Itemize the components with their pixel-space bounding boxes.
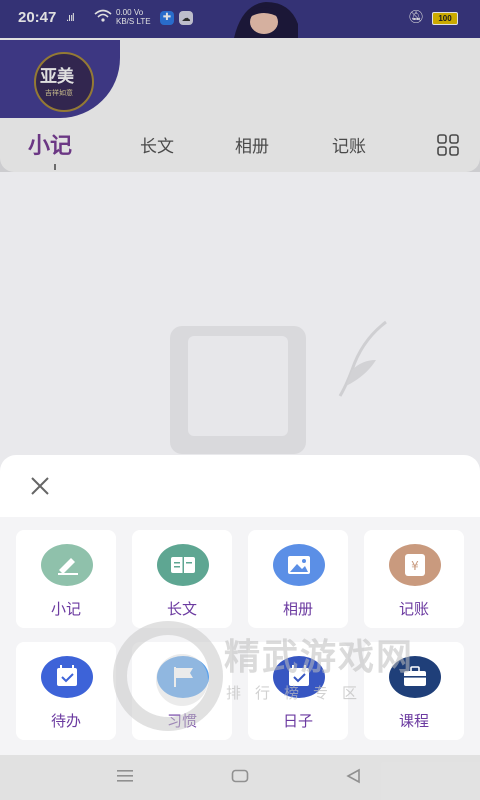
create-long-article-button[interactable]: 长文	[132, 530, 232, 628]
create-album-button[interactable]: 相册	[248, 530, 348, 628]
feather-icon	[338, 320, 387, 397]
book-icon	[157, 544, 209, 586]
create-todo-label: 待办	[50, 712, 81, 730]
image-icon	[273, 544, 325, 586]
create-album-label: 相册	[282, 600, 313, 618]
create-accounting-label: 记账	[398, 600, 429, 618]
create-days-label: 日子	[282, 712, 313, 730]
create-notes-label: 小记	[50, 600, 81, 618]
flag-icon	[157, 656, 209, 698]
create-long-article-label: 长文	[166, 600, 197, 618]
pen-icon	[41, 544, 93, 586]
create-habit-label: 习惯	[166, 712, 197, 730]
create-notes-button[interactable]: 小记	[16, 530, 116, 628]
empty-state-illustration	[170, 326, 306, 454]
dim-overlay-bottom	[0, 755, 480, 800]
svg-text:¥: ¥	[411, 559, 419, 573]
watermark-subtitle: 排行榜专区	[226, 684, 372, 702]
create-habit-button[interactable]: 习惯	[132, 642, 232, 740]
calendar-check-icon	[41, 656, 93, 698]
create-todo-button[interactable]: 待办	[16, 642, 116, 740]
close-icon[interactable]	[28, 474, 52, 498]
create-course-label: 课程	[398, 712, 429, 730]
paper-icon	[188, 336, 288, 436]
create-accounting-button[interactable]: ¥ 记账	[364, 530, 464, 628]
yen-notebook-icon: ¥	[389, 544, 441, 586]
watermark-title: 精武游戏网	[224, 637, 415, 678]
dim-overlay-top	[0, 0, 480, 172]
